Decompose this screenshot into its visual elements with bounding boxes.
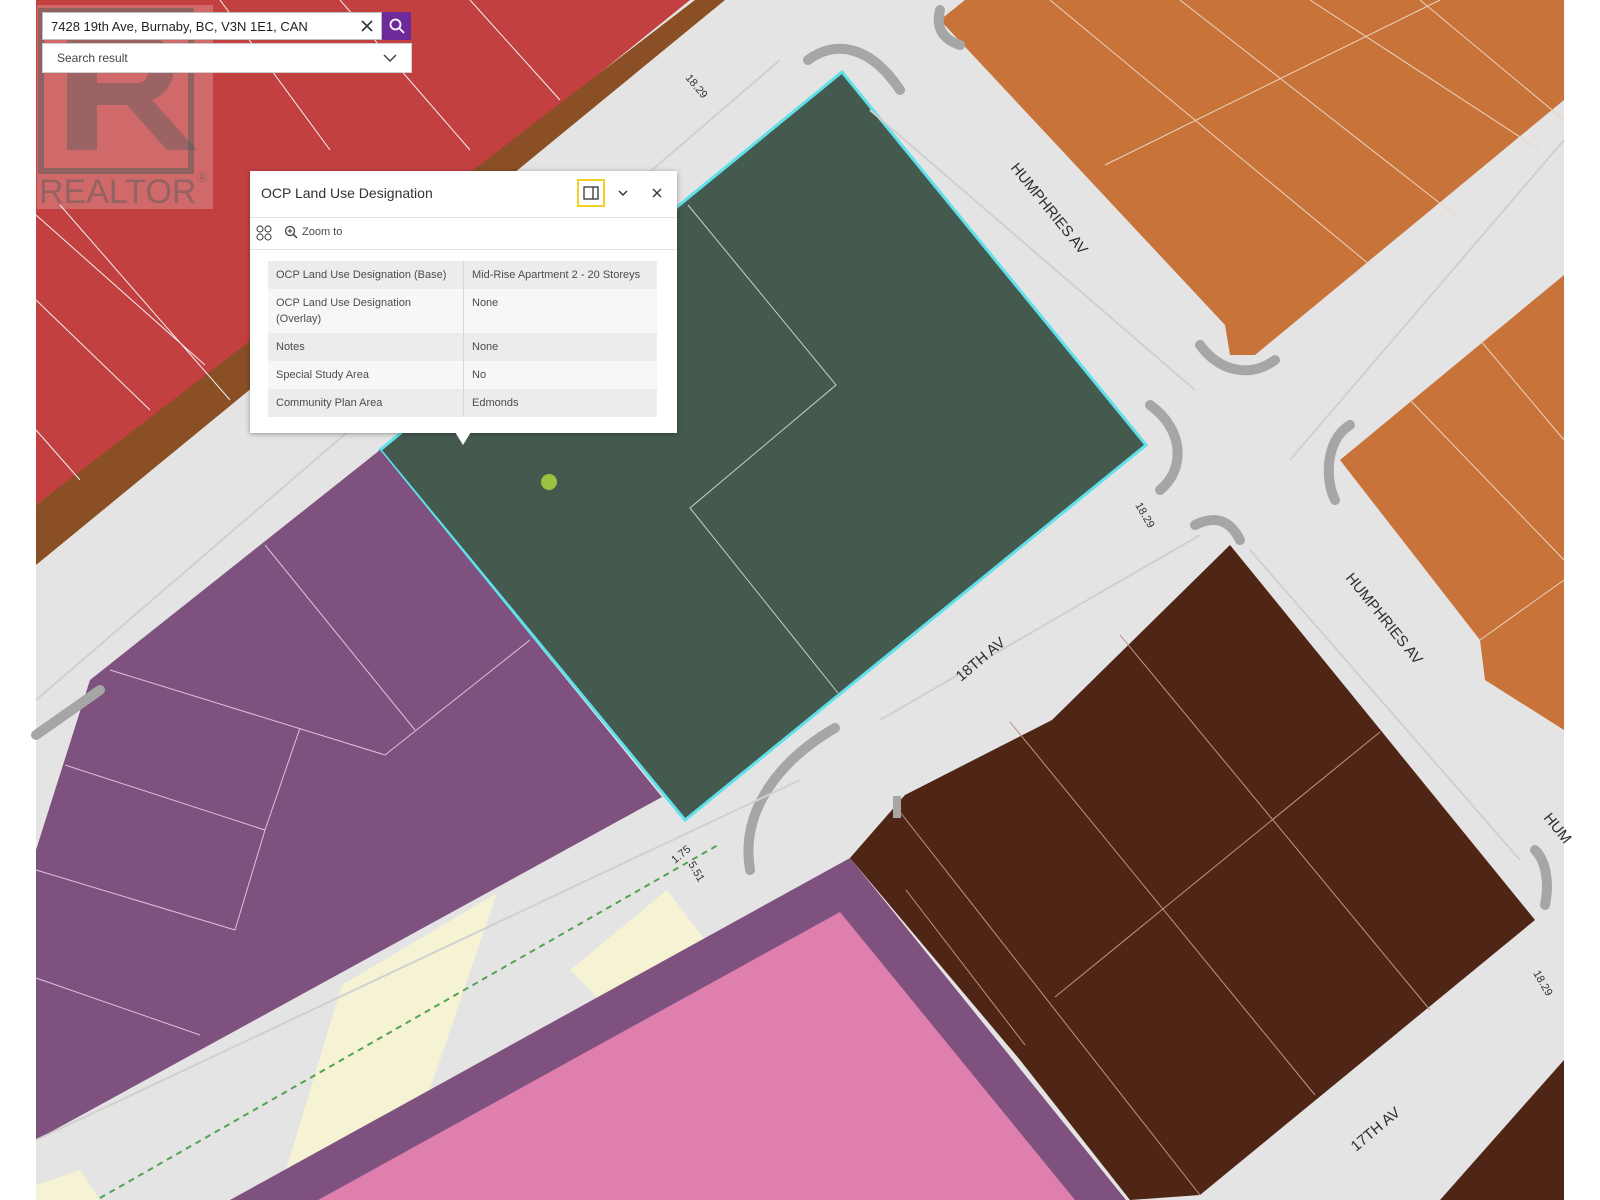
attribute-key: Special Study Area — [268, 361, 464, 389]
chevron-down-icon — [383, 54, 397, 63]
popup-pointer — [455, 432, 471, 445]
close-popup-button[interactable] — [643, 179, 671, 207]
zoom-in-icon — [284, 225, 298, 239]
attribute-value: No — [463, 361, 657, 389]
popup-header: OCP Land Use Designation — [250, 171, 677, 218]
dock-popup-button[interactable] — [577, 179, 605, 207]
attribute-key: Community Plan Area — [268, 389, 464, 417]
chevron-down-icon — [618, 190, 628, 196]
search-icon — [389, 18, 405, 34]
feature-popup: OCP Land Use Designation Zoom to OCP Lan… — [250, 171, 677, 433]
dock-icon — [583, 186, 599, 200]
clear-search-button[interactable] — [353, 13, 381, 39]
attribute-key: OCP Land Use Designation (Base) — [268, 261, 464, 289]
search-result-dropdown[interactable]: Search result — [42, 43, 412, 73]
more-actions-button[interactable] — [256, 225, 272, 246]
zoom-to-button[interactable]: Zoom to — [284, 225, 342, 239]
search-result-label: Search result — [57, 51, 128, 65]
table-row: Community Plan Area Edmonds — [268, 389, 657, 417]
realtor-wordmark: REALTOR — [39, 173, 196, 209]
attribute-key: Notes — [268, 333, 464, 361]
location-marker[interactable] — [541, 474, 557, 490]
search-input-value[interactable]: 7428 19th Ave, Burnaby, BC, V3N 1E1, CAN — [43, 19, 353, 34]
attribute-table: OCP Land Use Designation (Base) Mid-Rise … — [268, 261, 657, 417]
table-row: Special Study Area No — [268, 361, 657, 389]
table-row: OCP Land Use Designation (Overlay) None — [268, 289, 657, 333]
attribute-value: None — [463, 333, 657, 361]
collapse-popup-button[interactable] — [609, 179, 637, 207]
search-input[interactable]: 7428 19th Ave, Burnaby, BC, V3N 1E1, CAN — [42, 12, 382, 40]
zoom-to-label: Zoom to — [302, 226, 343, 238]
grid-icon — [256, 225, 272, 241]
search-button[interactable] — [382, 12, 411, 40]
realtor-registered-mark: ® — [197, 169, 208, 185]
attribute-value: Edmonds — [463, 389, 657, 417]
table-row: Notes None — [268, 333, 657, 361]
popup-title: OCP Land Use Designation — [261, 185, 433, 201]
attribute-key: OCP Land Use Designation (Overlay) — [268, 289, 464, 333]
road-marker — [893, 796, 901, 818]
attribute-value: Mid-Rise Apartment 2 - 20 Storeys — [463, 261, 657, 289]
attribute-value: None — [463, 289, 657, 333]
popup-actions-bar: Zoom to — [250, 218, 677, 250]
close-icon — [361, 20, 373, 32]
table-row: OCP Land Use Designation (Base) Mid-Rise … — [268, 261, 657, 289]
close-icon — [652, 188, 662, 198]
zoning-map[interactable]: HUMPHRIES AV HUMPHRIES AV 18TH AV 17TH A… — [0, 0, 1600, 1200]
